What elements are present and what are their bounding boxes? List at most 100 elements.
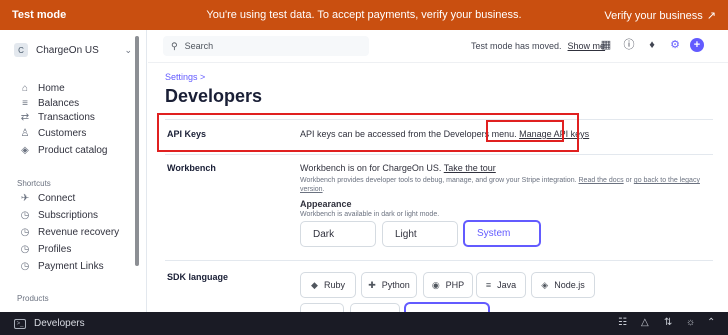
divider: [165, 260, 713, 261]
customers-icon: ♙: [20, 127, 30, 139]
clock-icon: ◷: [20, 226, 30, 238]
apps-icon[interactable]: ▦: [599, 38, 613, 52]
ruby-icon: ◆: [311, 279, 318, 290]
workbench-status: Workbench is on for ChargeOn US. Take th…: [300, 163, 496, 173]
or-text: or: [625, 177, 632, 184]
appearance-description: Workbench is available in dark or light …: [300, 211, 440, 218]
search-placeholder: Search: [184, 41, 214, 51]
sidebar-item-connect[interactable]: ✈ Connect: [18, 191, 75, 205]
sidebar-item-label: Transactions: [38, 111, 95, 123]
workbench-icon[interactable]: ☷: [618, 317, 627, 328]
sdk-option-label: Java: [497, 280, 517, 290]
workbench-description: Workbench provides developer tools to de…: [300, 176, 720, 185]
sdk-option-label: Node.js: [554, 280, 585, 290]
home-icon: ⌂: [21, 82, 29, 94]
legacy-link[interactable]: go back to the legacy: [634, 177, 700, 184]
breadcrumb[interactable]: Settings >: [165, 72, 205, 82]
sidebar-item-label: Balances: [38, 97, 80, 109]
sidebar-item-transactions[interactable]: ⇄ Transactions: [18, 110, 95, 124]
sidebar-item-payment-links[interactable]: ◷ Payment Links: [18, 259, 104, 273]
workbench-description-text: Workbench provides developer tools to de…: [300, 177, 577, 184]
sdk-option-php[interactable]: ◉ PHP: [423, 272, 473, 298]
account-switcher[interactable]: C ChargeOn US ⌄: [14, 39, 132, 61]
connect-icon: ✈: [20, 192, 30, 204]
sidebar-item-profiles[interactable]: ◷ Profiles: [18, 242, 72, 256]
developers-toggle[interactable]: >_ Developers: [14, 318, 85, 329]
breadcrumb-separator: >: [200, 72, 206, 82]
appearance-option-light[interactable]: Light: [382, 221, 458, 247]
nodejs-icon: ◈: [541, 279, 549, 290]
external-arrow-icon: ↗: [706, 10, 716, 22]
divider: [165, 154, 713, 155]
test-mode-banner: Test mode You're using test data. To acc…: [0, 0, 728, 30]
webhooks-icon[interactable]: ☼: [686, 317, 695, 328]
appearance-option-dark[interactable]: Dark: [300, 221, 376, 247]
collapse-icon[interactable]: ⌃: [707, 317, 715, 328]
clock-icon: ◷: [20, 243, 30, 255]
help-icon[interactable]: ⓘ: [622, 38, 636, 52]
appearance-option-label: System: [477, 228, 511, 239]
account-name: ChargeOn US: [36, 44, 99, 56]
java-icon: ≡: [485, 280, 492, 290]
gear-icon[interactable]: ⚙: [668, 38, 682, 52]
sdk-option-nodejs[interactable]: ◈ Node.js: [531, 272, 595, 298]
breadcrumb-settings[interactable]: Settings: [165, 72, 198, 82]
shortcuts-heading: Shortcuts: [17, 179, 51, 188]
sdk-option-ruby[interactable]: ◆ Ruby: [300, 272, 356, 298]
sidebar-item-revenue-recovery[interactable]: ◷ Revenue recovery: [18, 225, 120, 239]
sidebar-item-label: Profiles: [38, 243, 72, 255]
test-mode-moved-notice: Test mode has moved. Show me: [471, 41, 605, 51]
clock-icon: ◷: [20, 260, 30, 272]
sidebar-item-balances[interactable]: ≡ Balances: [18, 96, 79, 110]
sidebar-item-label: Subscriptions: [38, 209, 99, 221]
sort-icon[interactable]: ⇅: [664, 317, 672, 328]
sidebar-item-customers[interactable]: ♙ Customers: [18, 126, 87, 140]
python-icon: ✚: [368, 279, 376, 290]
sdk-option-python[interactable]: ✚ Python: [361, 272, 417, 298]
period-text: .: [322, 186, 325, 193]
verify-business-label[interactable]: Verify your business: [604, 10, 702, 22]
account-badge: C: [14, 43, 28, 57]
sdk-option-java[interactable]: ≡ Java: [476, 272, 526, 298]
appearance-option-label: Light: [395, 228, 417, 240]
sidebar-item-product-catalog[interactable]: ◈ Product catalog: [18, 143, 108, 157]
sidebar-item-label: Customers: [38, 127, 87, 139]
transactions-icon: ⇄: [20, 111, 30, 123]
terminal-icon: >_: [14, 318, 26, 329]
sidebar-item-subscriptions[interactable]: ◷ Subscriptions: [18, 208, 98, 222]
sdk-option-label: Ruby: [323, 280, 345, 290]
sidebar-item-label: Payment Links: [38, 260, 104, 272]
alert-icon[interactable]: △: [641, 317, 649, 328]
sidebar-item-label: Home: [38, 82, 65, 94]
sidebar-item-label: Connect: [38, 192, 76, 204]
take-the-tour-link[interactable]: Take the tour: [444, 163, 496, 173]
test-mode-moved-text: Test mode has moved.: [471, 41, 562, 51]
clock-icon: ◷: [20, 209, 30, 221]
products-heading: Products: [17, 294, 49, 303]
product-catalog-icon: ◈: [21, 144, 29, 156]
developers-bottom-bar[interactable]: >_ Developers ☷ △ ⇅ ☼ ⌃: [0, 312, 728, 335]
appearance-option-label: Dark: [313, 228, 335, 240]
workbench-status-text: Workbench is on for ChargeOn US.: [300, 163, 442, 173]
page-title: Developers: [165, 86, 263, 106]
developers-label: Developers: [34, 318, 85, 329]
verify-business-link[interactable]: Verify your business ↗: [604, 9, 716, 22]
legacy-version-link[interactable]: version: [300, 186, 323, 193]
notifications-icon[interactable]: ♦: [645, 38, 659, 52]
search-input[interactable]: ⚲ Search: [163, 36, 369, 56]
balances-icon: ≡: [22, 97, 28, 109]
sidebar-item-home[interactable]: ⌂ Home: [18, 81, 65, 95]
sidebar-item-label: Product catalog: [38, 144, 108, 156]
header-divider: [148, 62, 728, 63]
sdk-language-label: SDK language: [167, 272, 229, 282]
appearance-title: Appearance: [300, 199, 352, 209]
read-the-docs-link[interactable]: Read the docs: [579, 177, 624, 184]
php-icon: ◉: [431, 279, 440, 290]
sidebar-scrollbar[interactable]: [135, 36, 139, 266]
create-plus-icon[interactable]: +: [690, 38, 704, 52]
sidebar-item-label: Revenue recovery: [38, 226, 120, 238]
appearance-option-system[interactable]: System: [463, 220, 541, 247]
workbench-label: Workbench: [167, 163, 216, 173]
sidebar: C ChargeOn US ⌄ ⌂ Home ≡ Balances ⇄ Tran…: [0, 30, 147, 312]
legacy-version-line: version.: [300, 185, 325, 194]
